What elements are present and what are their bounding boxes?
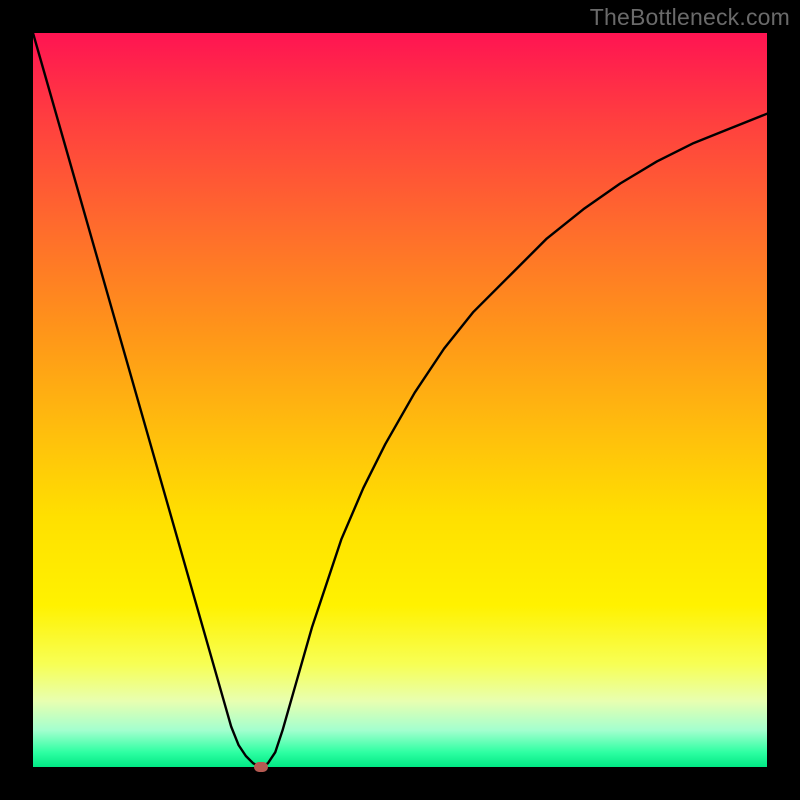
optimum-marker: [254, 762, 268, 772]
watermark-text: TheBottleneck.com: [590, 4, 790, 31]
bottleneck-curve: [33, 33, 767, 767]
chart-plot-area: [33, 33, 767, 767]
chart-frame: TheBottleneck.com: [0, 0, 800, 800]
